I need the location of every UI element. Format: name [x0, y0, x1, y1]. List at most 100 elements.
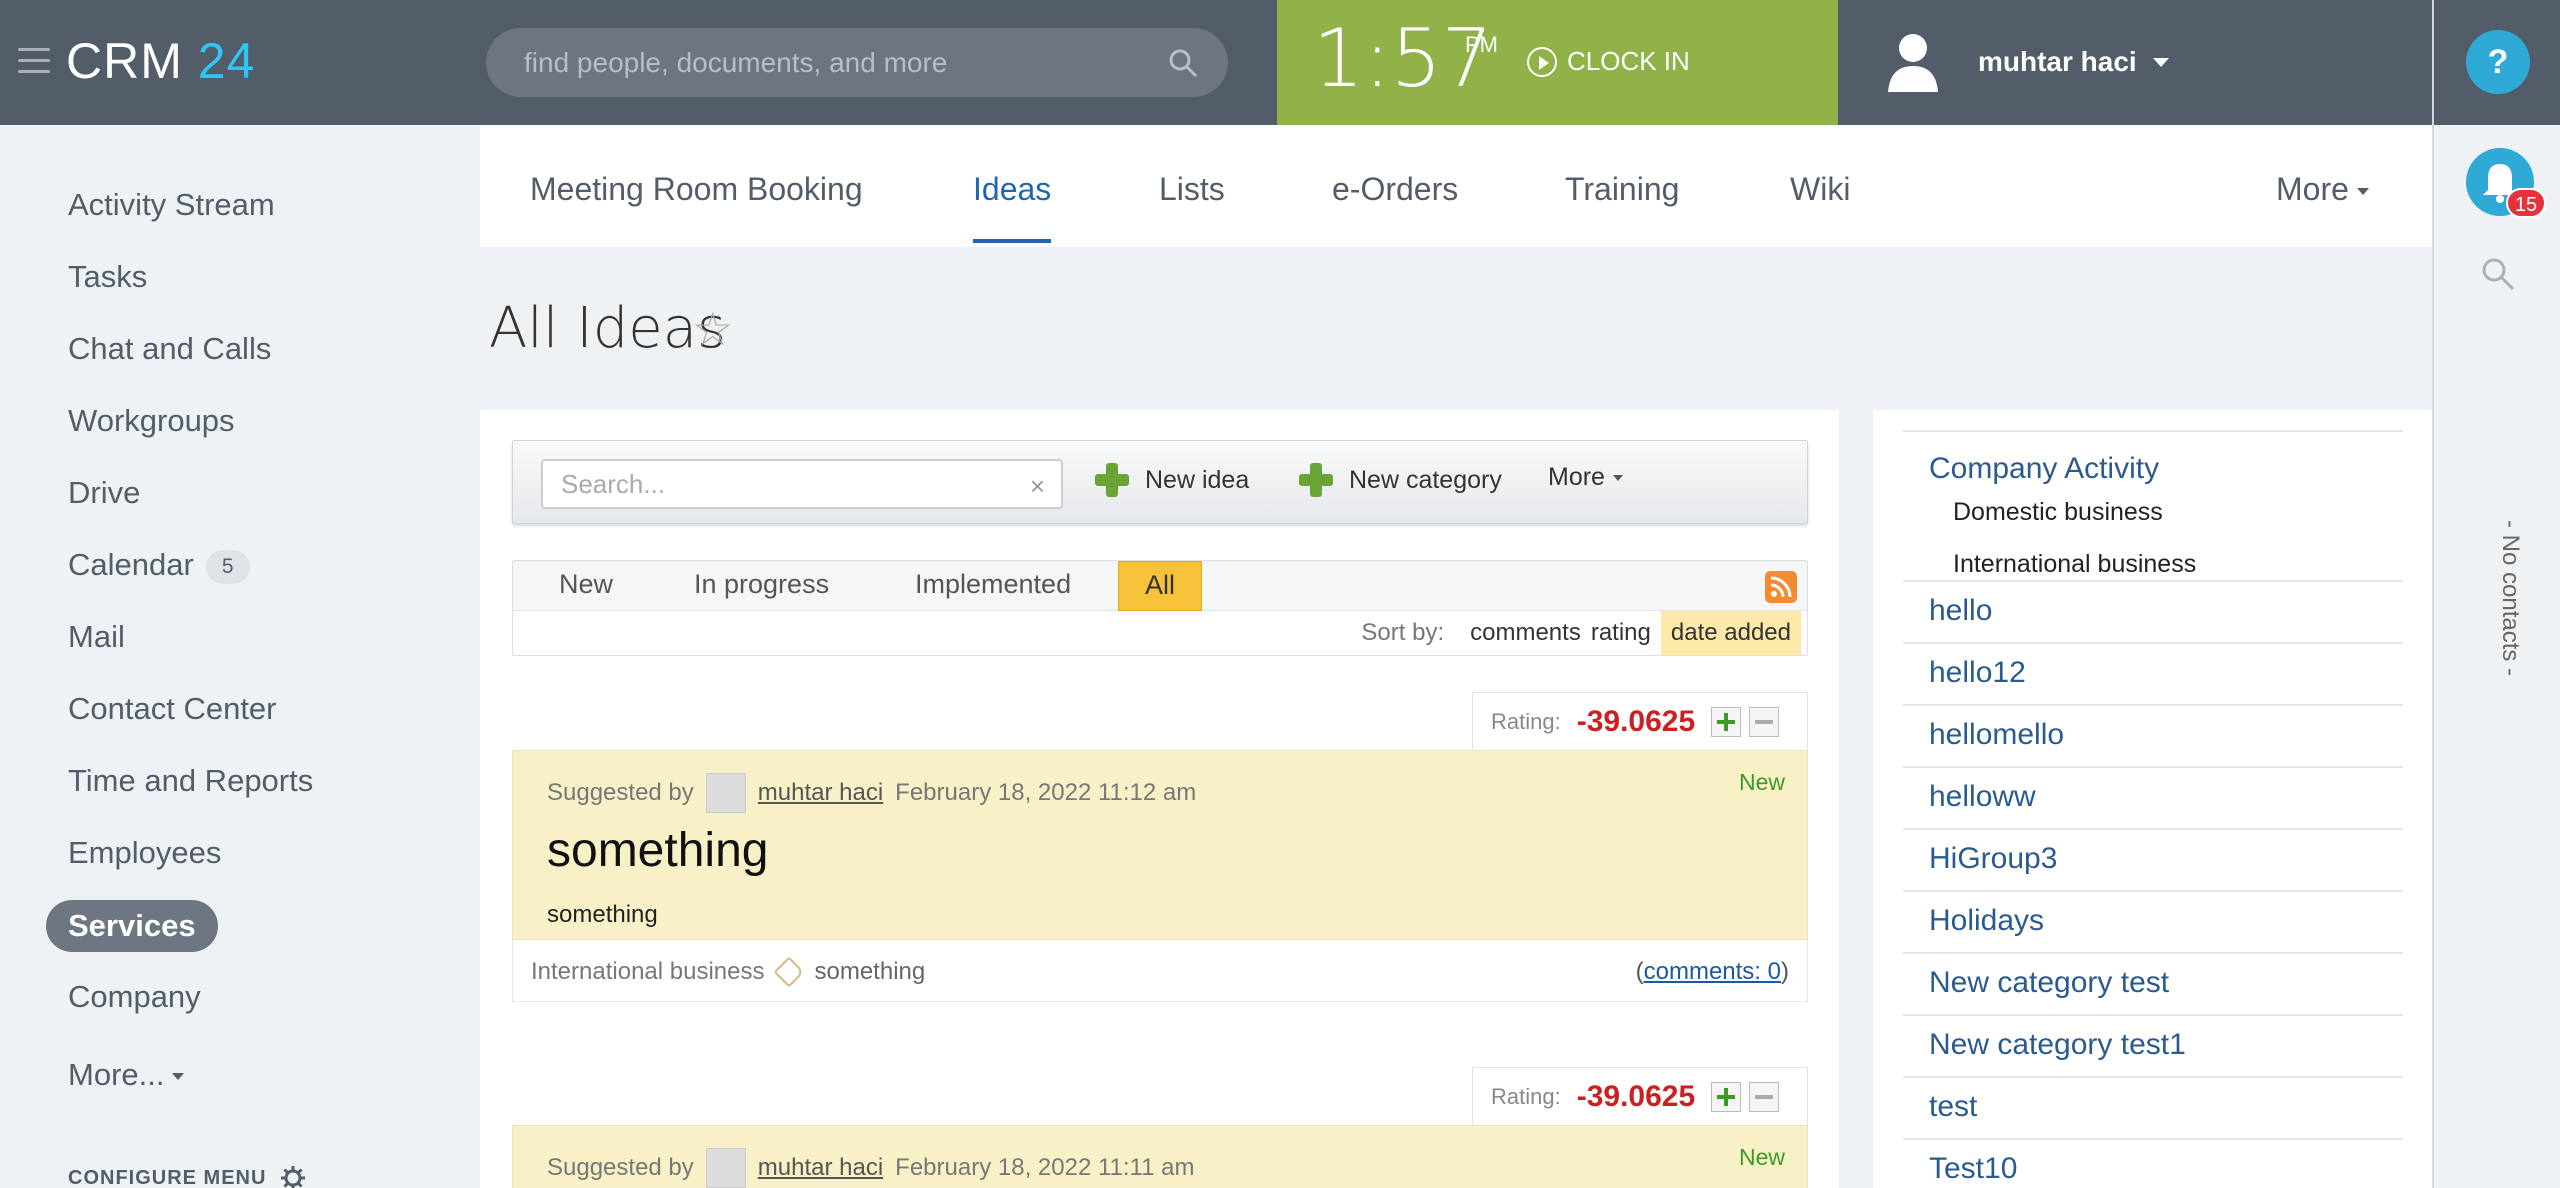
- sidebar-item-time-and-reports[interactable]: Time and Reports: [68, 763, 313, 799]
- gear-icon: [281, 1166, 306, 1188]
- category-item[interactable]: hellomello: [1903, 706, 2403, 768]
- category-item[interactable]: Test10: [1903, 1140, 2403, 1188]
- category-label: hello: [1929, 594, 1993, 627]
- user-name: muhtar haci: [1978, 46, 2137, 77]
- subcategory-item[interactable]: International business: [1953, 550, 2196, 579]
- suggested-by-label: Suggested by: [547, 1154, 694, 1181]
- tab-e-orders[interactable]: e-Orders: [1332, 171, 1458, 208]
- category-item[interactable]: helloww: [1903, 768, 2403, 830]
- logo-text: CRM: [66, 33, 183, 89]
- sidebar-item-tasks[interactable]: Tasks: [68, 259, 147, 295]
- status-tab-new[interactable]: New: [559, 569, 613, 600]
- avatar: [705, 1148, 746, 1188]
- clock-in-button[interactable]: CLOCK IN: [1527, 46, 1690, 77]
- chevron-down-icon: [172, 1073, 185, 1081]
- help-button[interactable]: ?: [2466, 30, 2530, 94]
- sidebar-item-services[interactable]: Services: [46, 900, 218, 952]
- sidebar-item-company[interactable]: Company: [68, 979, 201, 1015]
- logo[interactable]: CRM 24: [66, 32, 255, 90]
- right-rail: ? 15 - No contacts -: [2432, 0, 2560, 1188]
- category-item[interactable]: Holidays: [1903, 892, 2403, 954]
- tab-lists[interactable]: Lists: [1159, 171, 1225, 208]
- category-label: HiGroup3: [1929, 842, 2058, 875]
- category-label: New category test: [1929, 966, 2170, 999]
- category-label: Holidays: [1929, 904, 2045, 937]
- rss-icon[interactable]: [1765, 571, 1797, 603]
- tab-training[interactable]: Training: [1565, 171, 1679, 208]
- status-tabs: New In progress Implemented All: [513, 561, 1807, 611]
- sidebar-item-calendar[interactable]: Calendar 5: [68, 547, 250, 584]
- category-item[interactable]: HiGroup3: [1903, 830, 2403, 892]
- star-icon[interactable]: ☆: [692, 302, 733, 356]
- comments-link[interactable]: comments: 0: [1644, 958, 1781, 985]
- page-title: All Ideas: [489, 296, 727, 361]
- sort-option-comments[interactable]: comments: [1470, 619, 1581, 647]
- new-category-button[interactable]: New category: [1299, 463, 1502, 497]
- idea-card: Suggested by muhtar haci February 18, 20…: [512, 1125, 1808, 1188]
- sidebar-item-contact-center[interactable]: Contact Center: [68, 691, 277, 727]
- subcategory-item[interactable]: Domestic business: [1953, 498, 2163, 527]
- sidebar-item-drive[interactable]: Drive: [68, 475, 140, 511]
- menu-icon[interactable]: [18, 48, 50, 76]
- configure-menu-button[interactable]: CONFIGURE MENU: [68, 1165, 306, 1188]
- idea-category-row: International business something: [531, 956, 925, 988]
- ideas-search-input[interactable]: [561, 461, 1001, 507]
- tab-meeting-room-booking[interactable]: Meeting Room Booking: [530, 171, 863, 208]
- ideas-search: ×: [541, 459, 1063, 509]
- author-link[interactable]: muhtar haci: [758, 1154, 883, 1182]
- sidebar-item-more[interactable]: More...: [68, 1057, 185, 1093]
- filter-bar: New In progress Implemented All Sort by:…: [512, 560, 1808, 656]
- category-item[interactable]: test: [1903, 1078, 2403, 1140]
- idea-category[interactable]: International business: [531, 958, 764, 986]
- sidebar-item-employees[interactable]: Employees: [68, 835, 221, 871]
- status-tab-all[interactable]: All: [1118, 561, 1203, 611]
- category-item[interactable]: hello: [1903, 582, 2403, 644]
- status-tab-implemented[interactable]: Implemented: [915, 569, 1071, 600]
- vote-down-button[interactable]: [1749, 706, 1780, 737]
- category-label: helloww: [1929, 780, 2036, 813]
- user-menu[interactable]: muhtar haci: [1838, 0, 2432, 125]
- sidebar-item-mail[interactable]: Mail: [68, 619, 125, 655]
- sidebar-item-activity-stream[interactable]: Activity Stream: [68, 187, 275, 223]
- tab-more[interactable]: More: [2276, 171, 2369, 208]
- search-icon[interactable]: [1168, 48, 1198, 78]
- category-label: hello12: [1929, 656, 2026, 689]
- search-icon[interactable]: [2480, 256, 2516, 292]
- category-company-activity[interactable]: Company Activity: [1929, 452, 2159, 486]
- avatar: [705, 773, 746, 813]
- idea-description: something: [547, 901, 658, 928]
- chevron-down-icon: [1612, 474, 1623, 481]
- sort-option-date-added[interactable]: date added: [1660, 611, 1801, 655]
- category-item[interactable]: New category test1: [1903, 1016, 2403, 1078]
- vote-up-button[interactable]: [1711, 706, 1742, 737]
- sidebar-item-chat-and-calls[interactable]: Chat and Calls: [68, 331, 271, 367]
- idea-title[interactable]: something: [547, 823, 768, 878]
- new-category-label: New category: [1349, 465, 1502, 494]
- vote-up-button[interactable]: [1711, 1081, 1742, 1112]
- status-tab-in-progress[interactable]: In progress: [694, 569, 829, 600]
- tab-ideas[interactable]: Ideas: [973, 171, 1051, 208]
- idea-date: February 18, 2022 11:12 am: [895, 779, 1197, 806]
- clear-search-icon[interactable]: ×: [1030, 471, 1045, 502]
- category-item[interactable]: New category test: [1903, 954, 2403, 1016]
- idea-tag[interactable]: something: [814, 958, 925, 986]
- global-search-input[interactable]: [524, 28, 1144, 97]
- chevron-down-icon: [2356, 188, 2369, 196]
- toolbar-more-button[interactable]: More: [1548, 463, 1623, 492]
- category-item[interactable]: hello12: [1903, 644, 2403, 706]
- sidebar-item-workgroups[interactable]: Workgroups: [68, 403, 235, 439]
- ideas-panel: × New idea New category More New In prog…: [480, 410, 1839, 1188]
- category-label: Test10: [1929, 1152, 2018, 1185]
- vote-down-button[interactable]: [1749, 1081, 1780, 1112]
- rating-label: Rating:: [1491, 1083, 1561, 1109]
- sidebar-item-label: Calendar: [68, 547, 194, 582]
- new-idea-button[interactable]: New idea: [1095, 463, 1249, 497]
- tab-wiki[interactable]: Wiki: [1790, 171, 1850, 208]
- services-tabs: Meeting Room Booking Ideas Lists e-Order…: [480, 125, 2432, 247]
- clock-widget[interactable]: 1:57 PM CLOCK IN: [1277, 0, 1838, 125]
- calendar-count-badge: 5: [205, 549, 250, 584]
- sort-option-rating[interactable]: rating: [1591, 619, 1651, 647]
- clock-ampm: PM: [1465, 32, 1498, 57]
- author-link[interactable]: muhtar haci: [758, 779, 883, 807]
- sort-row: Sort by: comments rating date added: [1361, 611, 1807, 655]
